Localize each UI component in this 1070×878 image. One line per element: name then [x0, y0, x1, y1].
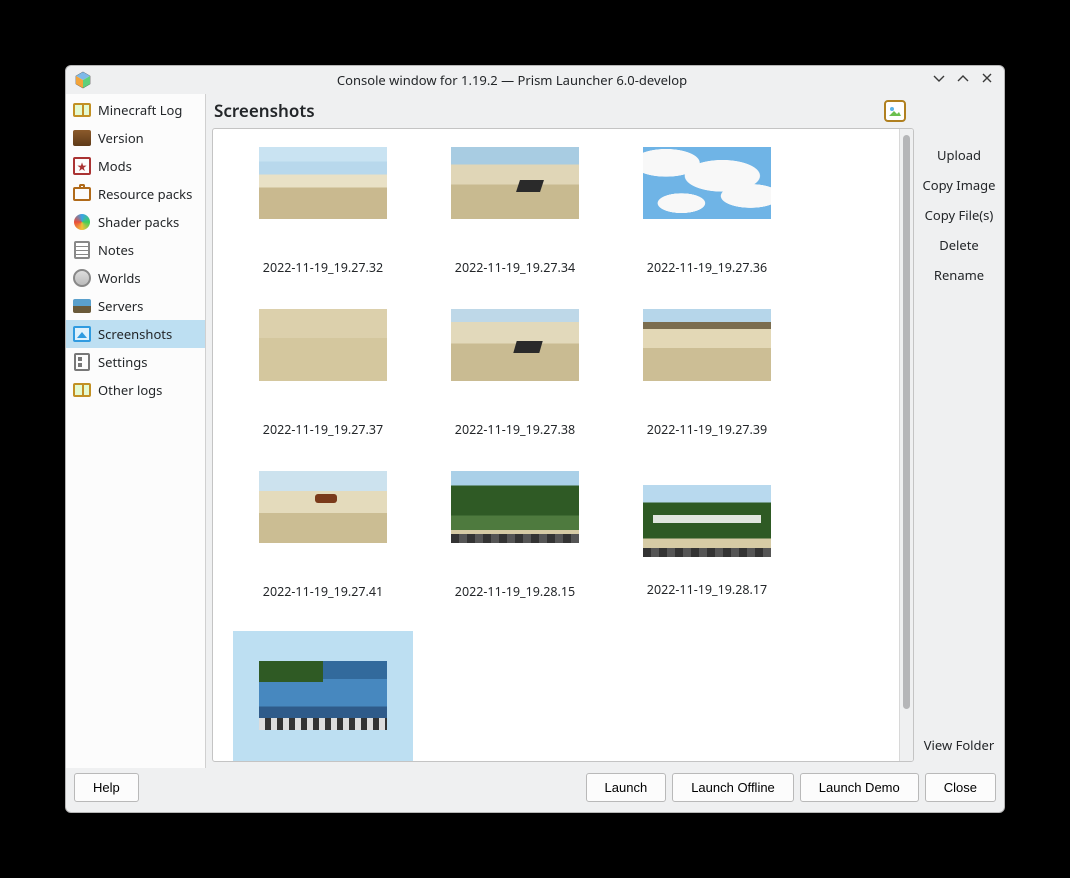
sidebar-item-label: Version — [98, 129, 144, 147]
screenshot-thumbnail — [451, 309, 579, 381]
launch-button[interactable]: Launch — [586, 773, 667, 802]
sidebar-item-label: Servers — [98, 297, 143, 315]
screenshot-name: 2022-11-19_19.27.34 — [455, 259, 575, 276]
book-icon — [72, 100, 92, 120]
screenshot-thumbnail — [451, 471, 579, 543]
launch-demo-button[interactable]: Launch Demo — [800, 773, 919, 802]
sidebar-item-label: Worlds — [98, 269, 141, 287]
screenshot-item[interactable]: 2022-11-19_19.27.32 — [233, 145, 413, 303]
launch-offline-button[interactable]: Launch Offline — [672, 773, 794, 802]
sidebar-item-shader-packs[interactable]: Shader packs — [66, 208, 205, 236]
sidebar-item-other-logs[interactable]: Other logs — [66, 376, 205, 404]
screenshot-name: 2022-11-19_19.27.36 — [647, 259, 767, 276]
screenshot-gallery: 2022-11-19_19.27.32 2022-11-19_19.27.34 … — [212, 128, 914, 762]
copy-files-action[interactable]: Copy File(s) — [923, 200, 996, 230]
vertical-scrollbar[interactable] — [899, 129, 913, 761]
sidebar-item-servers[interactable]: Servers — [66, 292, 205, 320]
sidebar-item-label: Minecraft Log — [98, 101, 182, 119]
close-button[interactable]: Close — [925, 773, 996, 802]
sidebar-item-minecraft-log[interactable]: Minecraft Log — [66, 96, 205, 124]
sidebar-item-label: Screenshots — [98, 325, 172, 343]
app-icon — [74, 71, 92, 89]
screenshot-thumbnail — [643, 147, 771, 219]
screenshot-name: 2022-11-19_19.27.39 — [647, 421, 767, 438]
screenshot-name: 2022-11-19_19.28.17 — [647, 581, 767, 598]
screenshot-thumbnail — [259, 309, 387, 381]
sidebar-item-label: Mods — [98, 157, 132, 175]
screenshot-thumbnail — [643, 309, 771, 381]
book-icon — [72, 380, 92, 400]
panel-title: Screenshots — [214, 99, 884, 122]
screenshot-name: 2022-11-19_19.27.38 — [455, 421, 575, 438]
sidebar-item-settings[interactable]: Settings — [66, 348, 205, 376]
screenshot-item[interactable]: 2022-11-19_19.27.41 — [233, 469, 413, 627]
screenshot-item[interactable]: 2022-11-19_19.28.17 — [617, 469, 797, 627]
sidebar-item-label: Resource packs — [98, 185, 192, 203]
screenshot-item[interactable]: 2022-11-19_19.28.15 — [425, 469, 605, 627]
bottom-toolbar: Help Launch Launch Offline Launch Demo C… — [66, 768, 1004, 812]
delete-action[interactable]: Delete — [937, 230, 981, 260]
image-icon — [72, 324, 92, 344]
screenshot-item[interactable]: 2022-11-19_19.27.37 — [233, 307, 413, 465]
close-button[interactable] — [980, 71, 994, 89]
sidebar-item-resource-packs[interactable]: Resource packs — [66, 180, 205, 208]
image-icon — [884, 100, 906, 122]
screenshot-thumbnail — [259, 471, 387, 543]
sidebar-item-version[interactable]: Version — [66, 124, 205, 152]
screenshot-thumbnail — [259, 147, 387, 219]
screenshot-item[interactable]: 2022-11-19_19.27.34 — [425, 145, 605, 303]
scroll-thumb[interactable] — [903, 135, 910, 709]
titlebar: Console window for 1.19.2 — Prism Launch… — [66, 66, 1004, 94]
sidebar: Minecraft Log Version ★ Mods Resource pa… — [66, 94, 206, 768]
screenshot-name: 2022-11-19_19.27.37 — [263, 421, 383, 438]
copy-image-action[interactable]: Copy Image — [920, 170, 997, 200]
screenshot-name: 2022-11-19_19.27.41 — [263, 583, 383, 600]
screenshot-thumbnail — [259, 661, 387, 730]
screenshot-thumbnail — [643, 485, 771, 557]
screenshot-item[interactable]: 2022-11-19_19.27.38 — [425, 307, 605, 465]
briefcase-icon — [72, 184, 92, 204]
console-window: Console window for 1.19.2 — Prism Launch… — [65, 65, 1005, 813]
screenshot-item[interactable]: 2022-11-19_19.27.39 — [617, 307, 797, 465]
sidebar-item-label: Other logs — [98, 381, 162, 399]
notes-icon — [72, 240, 92, 260]
minimize-button[interactable] — [932, 71, 946, 89]
rename-action[interactable]: Rename — [932, 260, 986, 290]
star-icon: ★ — [72, 156, 92, 176]
servers-icon — [72, 296, 92, 316]
sidebar-item-label: Shader packs — [98, 213, 179, 231]
screenshot-thumbnail — [451, 147, 579, 219]
shader-icon — [72, 212, 92, 232]
sidebar-item-label: Notes — [98, 241, 134, 259]
view-folder-action[interactable]: View Folder — [922, 730, 997, 760]
sidebar-item-notes[interactable]: Notes — [66, 236, 205, 264]
panel-header: Screenshots — [206, 94, 914, 128]
sidebar-item-mods[interactable]: ★ Mods — [66, 152, 205, 180]
sidebar-item-worlds[interactable]: Worlds — [66, 264, 205, 292]
help-button[interactable]: Help — [74, 773, 139, 802]
sidebar-item-label: Settings — [98, 353, 147, 371]
screenshot-name: 2022-11-19_19.27.32 — [263, 259, 383, 276]
upload-action[interactable]: Upload — [935, 140, 983, 170]
sidebar-item-screenshots[interactable]: Screenshots — [66, 320, 205, 348]
globe-icon — [72, 268, 92, 288]
maximize-button[interactable] — [956, 71, 970, 89]
screenshot-name: 2022-11-19_19.28.15 — [455, 583, 575, 600]
window-title: Console window for 1.19.2 — Prism Launch… — [92, 71, 932, 89]
dirt-block-icon — [72, 128, 92, 148]
settings-icon — [72, 352, 92, 372]
action-panel: Upload Copy Image Copy File(s) Delete Re… — [914, 94, 1004, 768]
screenshot-item-selected[interactable]: 2022-11-19_19.28.18 — [233, 631, 413, 761]
screenshot-item[interactable]: 2022-11-19_19.27.36 — [617, 145, 797, 303]
